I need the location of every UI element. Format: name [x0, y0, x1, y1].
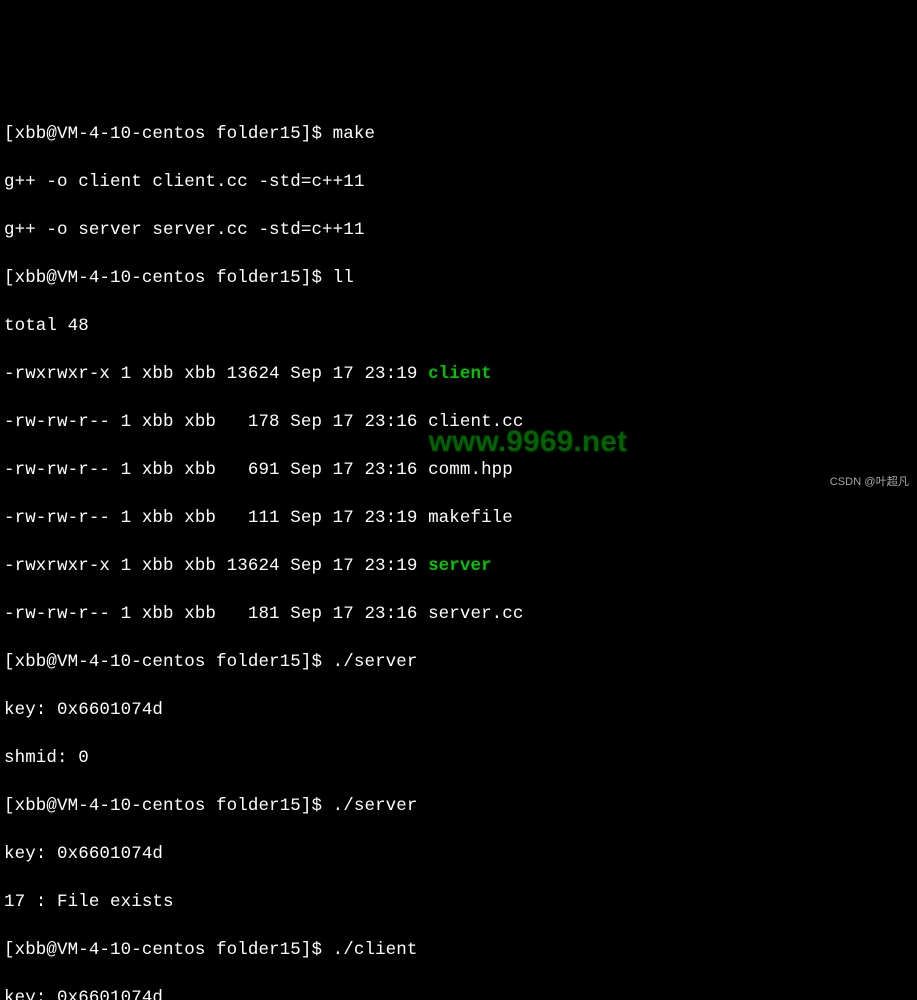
output-line: g++ -o server server.cc -std=c++11 [4, 218, 913, 242]
output-line: key: 0x6601074d [4, 698, 913, 722]
terminal-line: [xbb@VM-4-10-centos folder15]$ ./server [4, 650, 913, 674]
terminal-line: [xbb@VM-4-10-centos folder15]$ ll [4, 266, 913, 290]
file-meta: -rwxrwxr-x 1 xbb xbb 13624 Sep 17 23:19 [4, 556, 428, 576]
shell-prompt: [xbb@VM-4-10-centos folder15]$ [4, 652, 333, 672]
command-text: ./client [333, 940, 418, 960]
terminal-line: [xbb@VM-4-10-centos folder15]$ ./client [4, 938, 913, 962]
output-line: key: 0x6601074d [4, 986, 913, 1000]
command-text: ll [333, 268, 354, 288]
shell-prompt: [xbb@VM-4-10-centos folder15]$ [4, 268, 333, 288]
file-meta: -rwxrwxr-x 1 xbb xbb 13624 Sep 17 23:19 [4, 364, 428, 384]
file-row: -rw-rw-r-- 1 xbb xbb 178 Sep 17 23:16 cl… [4, 410, 913, 434]
output-line: g++ -o client client.cc -std=c++11 [4, 170, 913, 194]
terminal[interactable]: [xbb@VM-4-10-centos folder15]$ make g++ … [4, 98, 913, 1000]
file-row: -rw-rw-r-- 1 xbb xbb 111 Sep 17 23:19 ma… [4, 506, 913, 530]
output-line: 17 : File exists [4, 890, 913, 914]
output-line: shmid: 0 [4, 746, 913, 770]
output-line: total 48 [4, 314, 913, 338]
terminal-line: [xbb@VM-4-10-centos folder15]$ make [4, 122, 913, 146]
terminal-line: [xbb@VM-4-10-centos folder15]$ ./server [4, 794, 913, 818]
file-row: -rwxrwxr-x 1 xbb xbb 13624 Sep 17 23:19 … [4, 554, 913, 578]
file-row: -rwxrwxr-x 1 xbb xbb 13624 Sep 17 23:19 … [4, 362, 913, 386]
command-text: ./server [333, 652, 418, 672]
output-line: key: 0x6601074d [4, 842, 913, 866]
shell-prompt: [xbb@VM-4-10-centos folder15]$ [4, 796, 333, 816]
command-text: ./server [333, 796, 418, 816]
file-row: -rw-rw-r-- 1 xbb xbb 691 Sep 17 23:16 co… [4, 458, 913, 482]
command-text: make [333, 124, 375, 144]
credit-text: CSDN @叶超凡 [830, 470, 909, 494]
shell-prompt: [xbb@VM-4-10-centos folder15]$ [4, 940, 333, 960]
executable-name: client [428, 364, 492, 384]
executable-name: server [428, 556, 492, 576]
shell-prompt: [xbb@VM-4-10-centos folder15]$ [4, 124, 333, 144]
file-row: -rw-rw-r-- 1 xbb xbb 181 Sep 17 23:16 se… [4, 602, 913, 626]
